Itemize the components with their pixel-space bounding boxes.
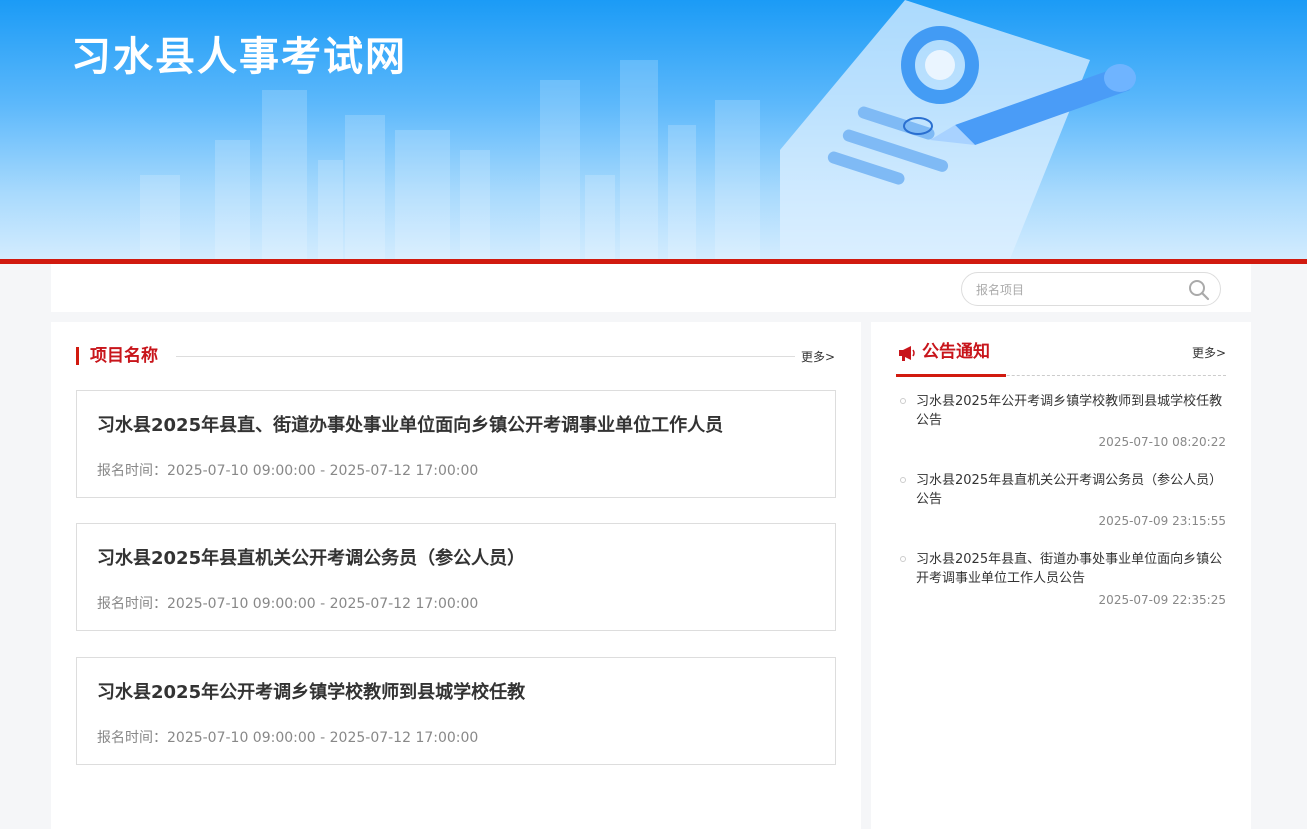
search-input[interactable] bbox=[976, 280, 1176, 300]
bullet-icon bbox=[900, 477, 906, 483]
project-registration-time: 报名时间：2025-07-10 09:00:00 - 2025-07-12 17… bbox=[97, 596, 479, 612]
notice-panel: 公告通知 更多> 习水县2025年公开考调乡镇学校教师到县城学校任教公告 202… bbox=[871, 322, 1251, 829]
notice-title-underline bbox=[896, 374, 1006, 377]
bullet-icon bbox=[900, 556, 906, 562]
notice-item: 习水县2025年公开考调乡镇学校教师到县城学校任教公告 2025-07-10 0… bbox=[896, 392, 1226, 452]
site-title: 习水县人事考试网 bbox=[71, 34, 407, 80]
section-marker bbox=[76, 347, 79, 365]
notice-section-header: 公告通知 更多> bbox=[896, 340, 1226, 377]
notice-item: 习水县2025年县直机关公开考调公务员（参公人员）公告 2025-07-09 2… bbox=[896, 471, 1226, 531]
project-registration-time: 报名时间：2025-07-10 09:00:00 - 2025-07-12 17… bbox=[97, 730, 479, 746]
project-title[interactable]: 习水县2025年县直机关公开考调公务员（参公人员） bbox=[97, 544, 525, 570]
search-bar bbox=[51, 264, 1251, 312]
notice-date: 2025-07-09 23:15:55 bbox=[1098, 514, 1226, 528]
notice-link[interactable]: 习水县2025年县直机关公开考调公务员（参公人员）公告 bbox=[916, 471, 1226, 509]
project-title[interactable]: 习水县2025年县直、街道办事处事业单位面向乡镇公开考调事业单位工作人员 bbox=[97, 411, 723, 437]
megaphone-icon bbox=[899, 346, 915, 361]
notice-date: 2025-07-09 22:35:25 bbox=[1098, 593, 1226, 607]
notice-section-title: 公告通知 bbox=[922, 342, 990, 362]
project-section-header: 项目名称 更多> bbox=[76, 346, 835, 368]
project-panel: 项目名称 更多> 习水县2025年县直、街道办事处事业单位面向乡镇公开考调事业单… bbox=[51, 322, 861, 829]
project-section-title: 项目名称 bbox=[90, 346, 158, 366]
project-card[interactable]: 习水县2025年县直、街道办事处事业单位面向乡镇公开考调事业单位工作人员 报名时… bbox=[76, 390, 836, 498]
project-registration-time: 报名时间：2025-07-10 09:00:00 - 2025-07-12 17… bbox=[97, 463, 479, 479]
project-title[interactable]: 习水县2025年公开考调乡镇学校教师到县城学校任教 bbox=[97, 678, 525, 704]
notice-link[interactable]: 习水县2025年县直、街道办事处事业单位面向乡镇公开考调事业单位工作人员公告 bbox=[916, 550, 1226, 588]
project-card[interactable]: 习水县2025年公开考调乡镇学校教师到县城学校任教 报名时间：2025-07-1… bbox=[76, 657, 836, 765]
notice-item: 习水县2025年县直、街道办事处事业单位面向乡镇公开考调事业单位工作人员公告 2… bbox=[896, 550, 1226, 610]
search-icon[interactable] bbox=[1188, 279, 1210, 301]
notice-date: 2025-07-10 08:20:22 bbox=[1098, 435, 1226, 449]
search-box bbox=[961, 272, 1221, 306]
header-banner: 习水县人事考试网 bbox=[0, 0, 1307, 259]
section-divider bbox=[176, 356, 795, 357]
bullet-icon bbox=[900, 398, 906, 404]
notice-link[interactable]: 习水县2025年公开考调乡镇学校教师到县城学校任教公告 bbox=[916, 392, 1226, 430]
project-card[interactable]: 习水县2025年县直机关公开考调公务员（参公人员） 报名时间：2025-07-1… bbox=[76, 523, 836, 631]
projects-more-link[interactable]: 更多> bbox=[801, 350, 835, 364]
notices-more-link[interactable]: 更多> bbox=[1192, 344, 1226, 361]
